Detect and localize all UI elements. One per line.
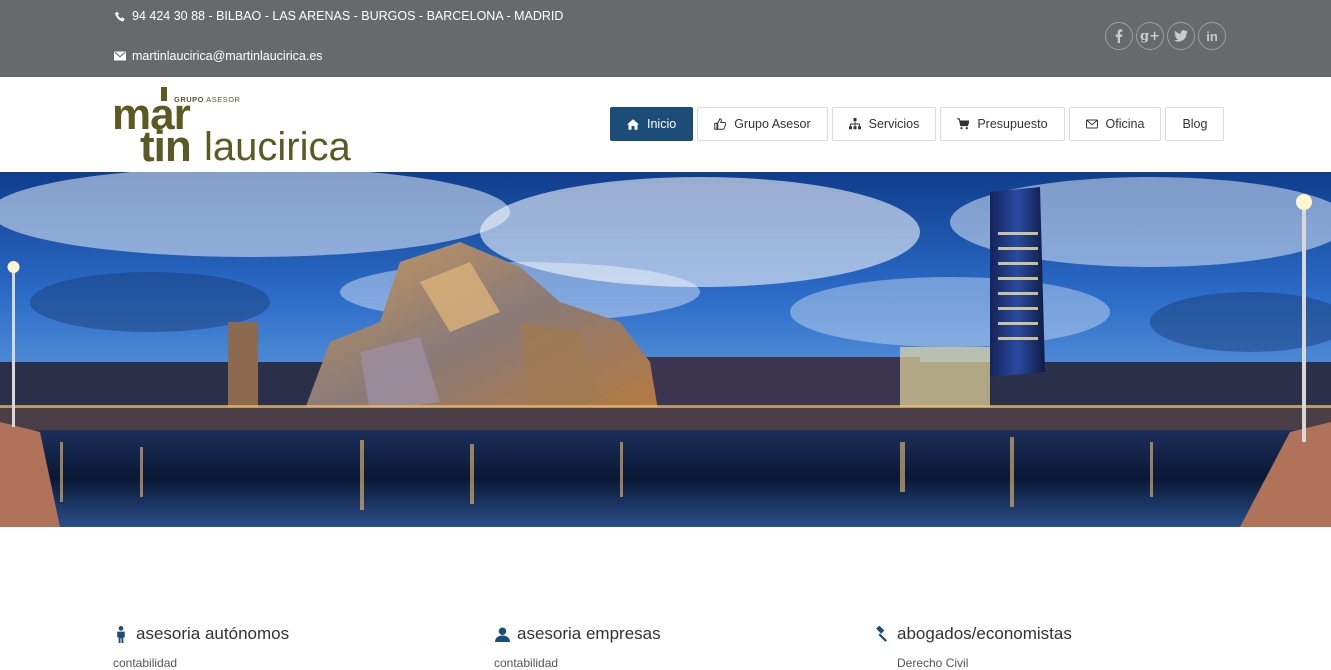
envelope-icon <box>114 50 126 62</box>
logo-tin: tin <box>140 122 192 171</box>
service-empresas[interactable]: asesoria empresas <box>494 624 661 644</box>
contact-phone-line: 94 424 30 88 - BILBAO - LAS ARENAS - BUR… <box>114 9 563 23</box>
service-abogados[interactable]: abogados/economistas <box>874 624 1072 644</box>
top-bar: 94 424 30 88 - BILBAO - LAS ARENAS - BUR… <box>0 0 1331 77</box>
nav-item-inicio[interactable]: Inicio <box>610 107 694 141</box>
linkedin-icon[interactable]: in <box>1198 22 1226 50</box>
contact-email-line: martinlaucirica@martinlaucirica.es <box>114 49 323 63</box>
logo-laucirica: laucirica <box>204 125 351 169</box>
service-autonomos-sub[interactable]: contabilidad <box>113 656 177 670</box>
logo[interactable]: GRUPO ASESOR mar tin laucirica <box>112 87 372 171</box>
cart-icon <box>957 118 970 130</box>
nav-item-grupo-asesor[interactable]: Grupo Asesor <box>697 107 828 141</box>
thumbs-up-icon <box>714 118 727 130</box>
twitter-icon[interactable] <box>1167 22 1195 50</box>
phone-text: 94 424 30 88 - BILBAO - LAS ARENAS - BUR… <box>132 9 564 23</box>
site-header: GRUPO ASESOR mar tin laucirica Inicio Gr… <box>0 77 1331 172</box>
envelope-icon <box>1085 118 1098 130</box>
sitemap-icon <box>848 118 861 130</box>
gavel-icon <box>874 625 890 643</box>
google-plus-icon[interactable]: g+ <box>1136 22 1164 50</box>
phone-icon <box>114 10 126 22</box>
facebook-icon[interactable] <box>1105 22 1133 50</box>
service-abogados-sub[interactable]: Derecho Civil <box>897 656 968 670</box>
hero-banner <box>0 172 1331 527</box>
main-nav: Inicio Grupo Asesor Servicios Presupuest… <box>610 107 1225 141</box>
user-icon <box>494 625 510 643</box>
nav-item-blog[interactable]: Blog <box>1165 107 1225 141</box>
nav-item-presupuesto[interactable]: Presupuesto <box>940 107 1065 141</box>
service-empresas-sub[interactable]: contabilidad <box>494 656 558 670</box>
person-icon <box>113 625 129 643</box>
home-icon <box>627 118 639 130</box>
nav-item-servicios[interactable]: Servicios <box>831 107 937 141</box>
email-link[interactable]: martinlaucirica@martinlaucirica.es <box>132 49 323 63</box>
social-links: g+ in <box>1105 22 1226 50</box>
service-autonomos[interactable]: asesoria autónomos <box>113 624 289 644</box>
nav-item-oficina[interactable]: Oficina <box>1068 107 1162 141</box>
hero-panorama-image <box>0 172 1331 527</box>
